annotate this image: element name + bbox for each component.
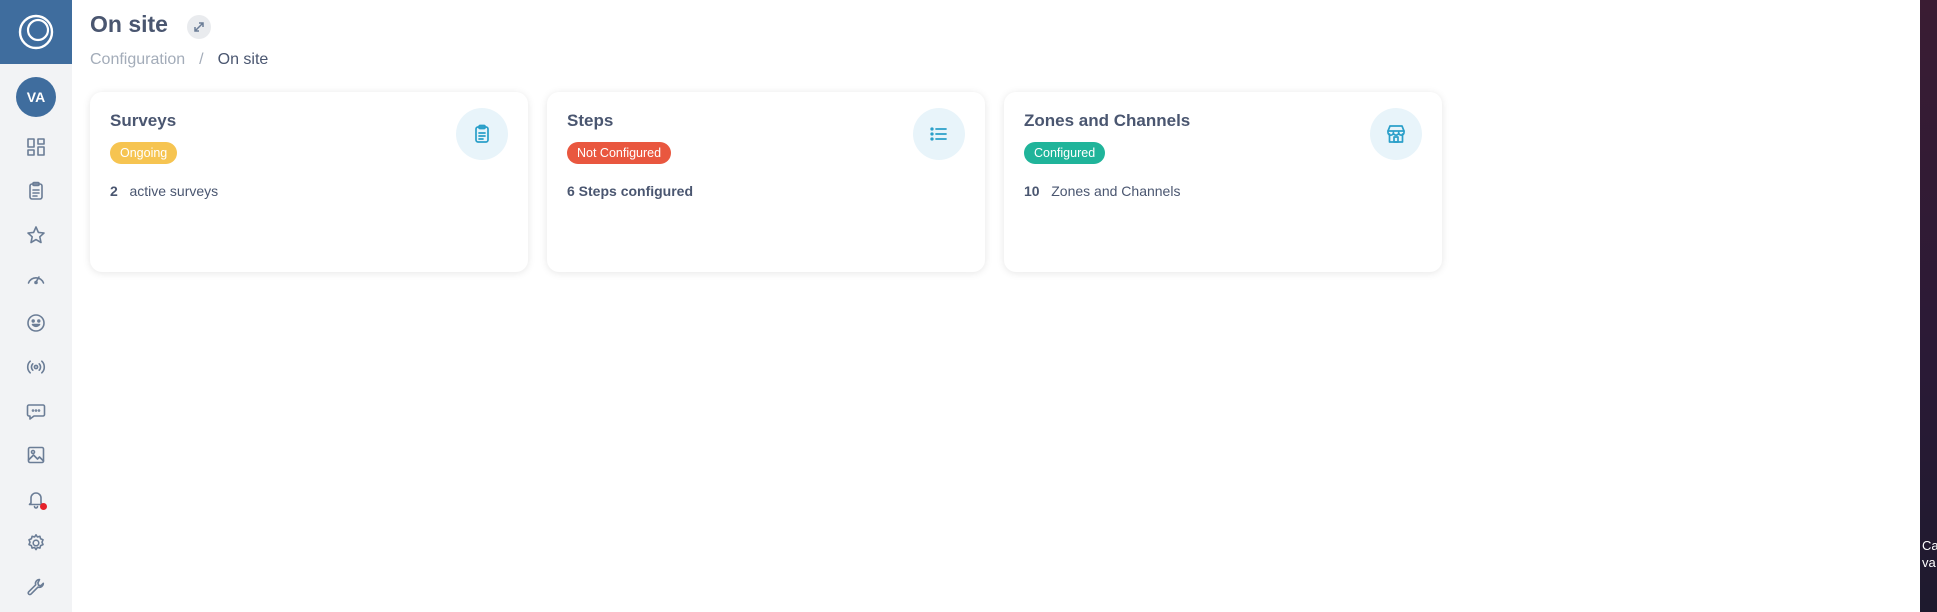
- gear-icon[interactable]: [24, 531, 48, 555]
- wrench-icon[interactable]: [24, 575, 48, 599]
- card-zones-channels[interactable]: Zones and Channels Configured 10 Zones a…: [1004, 92, 1442, 272]
- star-icon[interactable]: [24, 223, 48, 247]
- breadcrumb-configuration[interactable]: Configuration: [90, 51, 185, 69]
- edge-text: Ca va: [1922, 538, 1937, 570]
- gauge-icon[interactable]: [24, 267, 48, 291]
- broadcast-icon[interactable]: [24, 355, 48, 379]
- card-surveys[interactable]: Surveys Ongoing 2 active surveys: [90, 92, 528, 272]
- image-icon[interactable]: [24, 443, 48, 467]
- card-title: Steps: [567, 111, 614, 130]
- card-title: Zones and Channels: [1024, 111, 1191, 130]
- card-stat: 2 active surveys: [110, 183, 218, 199]
- sidebar: VA: [0, 0, 72, 612]
- card-steps[interactable]: Steps Not Configured 6 Steps configured: [547, 92, 985, 272]
- dashboard-icon[interactable]: [24, 135, 48, 159]
- card-title: Surveys: [110, 111, 177, 130]
- notification-dot: [40, 503, 47, 510]
- bell-icon[interactable]: [24, 487, 48, 511]
- stat-number: 10: [1024, 183, 1040, 199]
- stat-number: 6 Steps configured: [567, 183, 694, 199]
- card-stat: 6 Steps configured: [567, 183, 693, 199]
- stat-number: 2: [110, 183, 118, 199]
- chat-icon[interactable]: [24, 399, 48, 423]
- expand-icon: [194, 22, 204, 32]
- status-badge: Not Configured: [567, 142, 672, 164]
- stat-text: active surveys: [129, 183, 219, 199]
- status-badge: Configured: [1024, 142, 1106, 164]
- clipboard-icon: [456, 108, 508, 160]
- smiley-icon[interactable]: [24, 311, 48, 335]
- status-badge: Ongoing: [110, 142, 178, 164]
- card-stat: 10 Zones and Channels: [1024, 183, 1180, 199]
- stat-text: Zones and Channels: [1051, 183, 1181, 199]
- store-icon: [1370, 108, 1422, 160]
- logo-icon: [18, 14, 54, 50]
- breadcrumb: Configuration / On site: [90, 51, 268, 69]
- breadcrumb-separator: /: [199, 51, 204, 68]
- clipboard-icon[interactable]: [24, 179, 48, 203]
- expand-button[interactable]: [187, 15, 211, 39]
- logo[interactable]: [0, 0, 72, 64]
- avatar[interactable]: VA: [16, 77, 56, 117]
- background-window-edge: Ca va: [1920, 0, 1937, 612]
- page-title: On site: [90, 11, 168, 37]
- list-icon: [913, 108, 965, 160]
- breadcrumb-current: On site: [217, 51, 269, 68]
